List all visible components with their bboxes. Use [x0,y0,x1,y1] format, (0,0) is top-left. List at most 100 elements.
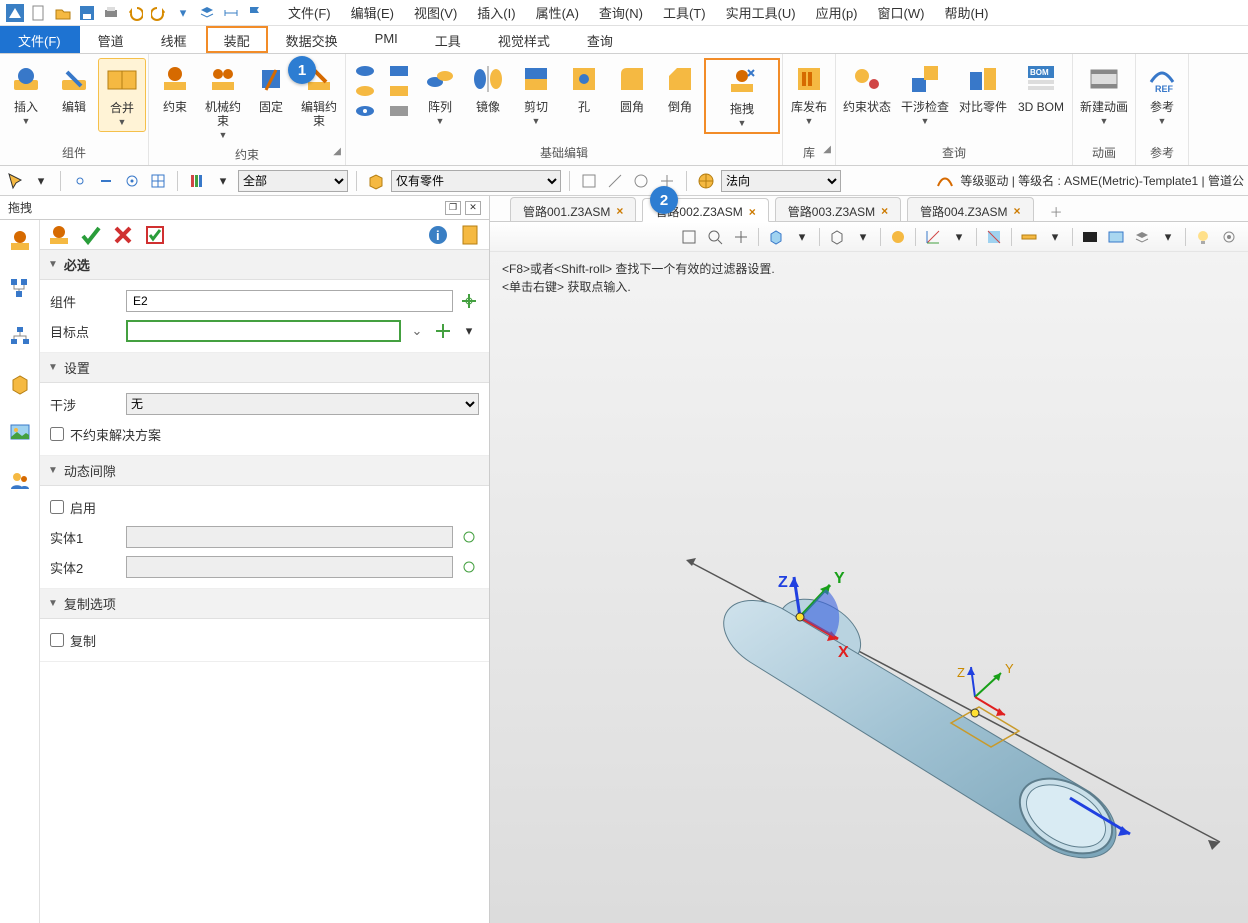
help-icon[interactable] [457,222,483,248]
viewport-3d[interactable]: <F8>或者<Shift-roll> 查找下一个有效的过滤器设置. <单击右键>… [490,252,1248,923]
pick-icon[interactable] [459,557,479,577]
tab-visualstyle[interactable]: 视觉样式 [480,26,569,53]
chevron-down-icon[interactable]: ▾ [459,321,479,341]
measure-icon[interactable] [1018,226,1040,248]
cancel-icon[interactable] [110,222,136,248]
dimension-icon[interactable] [222,4,240,22]
merge-button[interactable]: 合并 ▼ [98,58,146,132]
menu-utilities[interactable]: 实用工具(U) [716,0,806,26]
mini-icon-4[interactable] [388,64,410,80]
insert-button[interactable]: 插入 ▼ [2,58,50,130]
cursor-icon[interactable] [4,170,26,192]
menu-file[interactable]: 文件(F) [278,0,341,26]
direction-select[interactable]: 法向 [721,170,841,192]
layers-icon[interactable] [1131,226,1153,248]
redo-icon[interactable] [150,4,168,22]
dropdown-icon[interactable]: ▾ [174,4,192,22]
mini-icon-3[interactable] [354,104,376,120]
layers-icon[interactable] [198,4,216,22]
colorbox-black-icon[interactable] [1079,226,1101,248]
mini-icon-1[interactable] [354,64,376,80]
section-settings-title[interactable]: 设置 [40,353,489,383]
bulb-icon[interactable] [1192,226,1214,248]
color-bars-icon[interactable] [186,170,208,192]
cut-button[interactable]: 剪切 ▼ [512,58,560,130]
menu-apps[interactable]: 应用(p) [806,0,868,26]
chevron-down-icon[interactable]: ▾ [791,226,813,248]
tab-tools[interactable]: 工具 [417,26,480,53]
mirror-button[interactable]: 镜像 [464,58,512,118]
close-icon[interactable]: × [616,204,623,218]
settings-icon[interactable] [1218,226,1240,248]
flag-icon[interactable] [246,4,264,22]
menu-window[interactable]: 窗口(W) [868,0,935,26]
tree-icon[interactable] [6,274,34,302]
target-input[interactable] [126,320,401,342]
expander-icon[interactable]: ◢ [823,144,831,155]
section-required-title[interactable]: 必选 [40,250,489,280]
snap-point-icon[interactable] [69,170,91,192]
menu-edit[interactable]: 编辑(E) [341,0,404,26]
doc-tab-4[interactable]: 管路004.Z3ASM× [907,197,1033,221]
interference-select[interactable]: 无 [126,393,479,415]
drag-button[interactable]: 拖拽 ▼ [704,58,780,134]
ok-icon[interactable] [78,222,104,248]
lib-publish-button[interactable]: 库发布 ▼ [785,58,833,130]
render-icon[interactable] [887,226,909,248]
chevron-down-icon[interactable]: ▾ [212,170,234,192]
filter-select-2[interactable]: 仅有零件 [391,170,561,192]
tab-dataexchange[interactable]: 数据交换 [268,26,357,53]
box3d-icon[interactable] [6,370,34,398]
info-icon[interactable]: i [425,222,451,248]
wireframe-icon[interactable] [826,226,848,248]
open-icon[interactable] [54,4,72,22]
mech-constraint-button[interactable]: 机械约束 ▼ [199,58,247,144]
hole-button[interactable]: 孔 [560,58,608,118]
mini-icon-5[interactable] [388,84,410,100]
tool-icon-b[interactable] [604,170,626,192]
mini-icon-2[interactable] [354,84,376,100]
interference-button[interactable]: 干涉检查 ▼ [896,58,954,130]
fit-icon[interactable] [678,226,700,248]
menu-tools[interactable]: 工具(T) [653,0,716,26]
close-icon[interactable]: ✕ [465,201,481,215]
dropdown-icon[interactable]: ⌄ [407,321,427,341]
pick-icon[interactable] [433,321,453,341]
compare-button[interactable]: 对比零件 [954,58,1012,118]
apply-icon[interactable] [142,222,168,248]
body1-input[interactable] [126,526,453,548]
tool-icon-c[interactable] [630,170,652,192]
tab-pmi[interactable]: PMI [357,26,417,53]
menu-help[interactable]: 帮助(H) [934,0,998,26]
pan-icon[interactable] [730,226,752,248]
3dbom-button[interactable]: BOM 3D BOM [1012,58,1070,118]
section-copy-title[interactable]: 复制选项 [40,589,489,619]
colorbox-blue-icon[interactable] [1105,226,1127,248]
tab-file[interactable]: 文件(F) [0,26,80,53]
chamfer-button[interactable]: 倒角 [656,58,704,118]
reference-button[interactable]: REF 参考 ▼ [1138,58,1186,130]
section-icon[interactable] [983,226,1005,248]
mini-icon-6[interactable] [388,104,410,120]
chevron-down-icon[interactable]: ▾ [1044,226,1066,248]
copy-checkbox[interactable] [50,633,64,647]
section-gap-title[interactable]: 动态间隙 [40,456,489,486]
filter-select-1[interactable]: 全部 [238,170,348,192]
new-icon[interactable] [30,4,48,22]
component-input[interactable] [126,290,453,312]
menu-insert[interactable]: 插入(I) [467,0,525,26]
tab-wireframe[interactable]: 线框 [143,26,206,53]
cube-icon[interactable] [765,226,787,248]
new-anim-button[interactable]: 新建动画 ▼ [1075,58,1133,130]
close-icon[interactable]: × [881,204,888,218]
constraint-state-button[interactable]: 约束状态 [838,58,896,118]
zoom-icon[interactable] [704,226,726,248]
doc-tab-3[interactable]: 管路003.Z3ASM× [775,197,901,221]
globe-icon[interactable] [695,170,717,192]
chevron-down-icon[interactable]: ▾ [852,226,874,248]
print-icon[interactable] [102,4,120,22]
tab-query[interactable]: 查询 [569,26,632,53]
menu-attributes[interactable]: 属性(A) [526,0,589,26]
snap-mid-icon[interactable] [95,170,117,192]
pattern-button[interactable]: 阵列 ▼ [416,58,464,130]
